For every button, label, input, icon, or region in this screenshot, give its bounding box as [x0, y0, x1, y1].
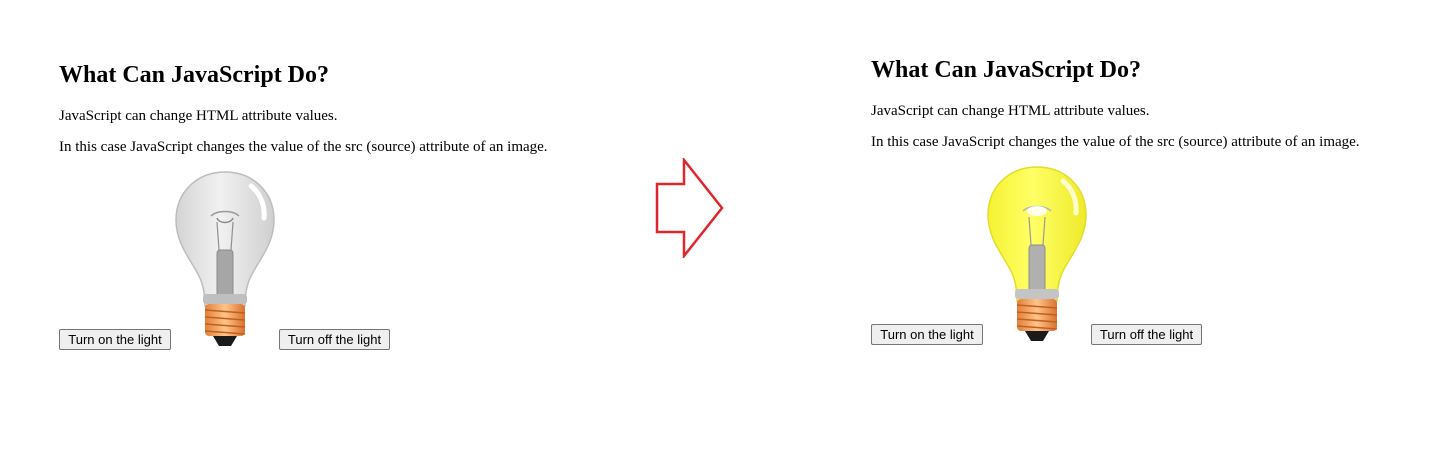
- description-paragraph: In this case JavaScript changes the valu…: [59, 139, 548, 155]
- demo-panel-before: What Can JavaScript Do? JavaScript can c…: [59, 62, 619, 350]
- description-paragraph: In this case JavaScript changes the valu…: [871, 134, 1360, 150]
- turn-off-button[interactable]: Turn off the light: [1091, 324, 1202, 345]
- intro-paragraph: JavaScript can change HTML attribute val…: [871, 103, 1150, 119]
- intro-paragraph: JavaScript can change HTML attribute val…: [59, 108, 338, 124]
- page-heading: What Can JavaScript Do?: [59, 62, 330, 88]
- turn-on-button[interactable]: Turn on the light: [59, 329, 171, 350]
- lightbulb-off-icon: [175, 171, 275, 346]
- turn-on-button[interactable]: Turn on the light: [871, 324, 983, 345]
- right-arrow-icon: [655, 158, 724, 258]
- page-heading: What Can JavaScript Do?: [871, 57, 1142, 83]
- demo-panel-after: What Can JavaScript Do? JavaScript can c…: [871, 57, 1431, 345]
- turn-off-button[interactable]: Turn off the light: [279, 329, 390, 350]
- lightbulb-on-icon: [987, 166, 1087, 341]
- bulb-demo: Turn on the light Turn off the light: [59, 170, 619, 350]
- bulb-demo: Turn on the light Turn off the light: [871, 165, 1431, 345]
